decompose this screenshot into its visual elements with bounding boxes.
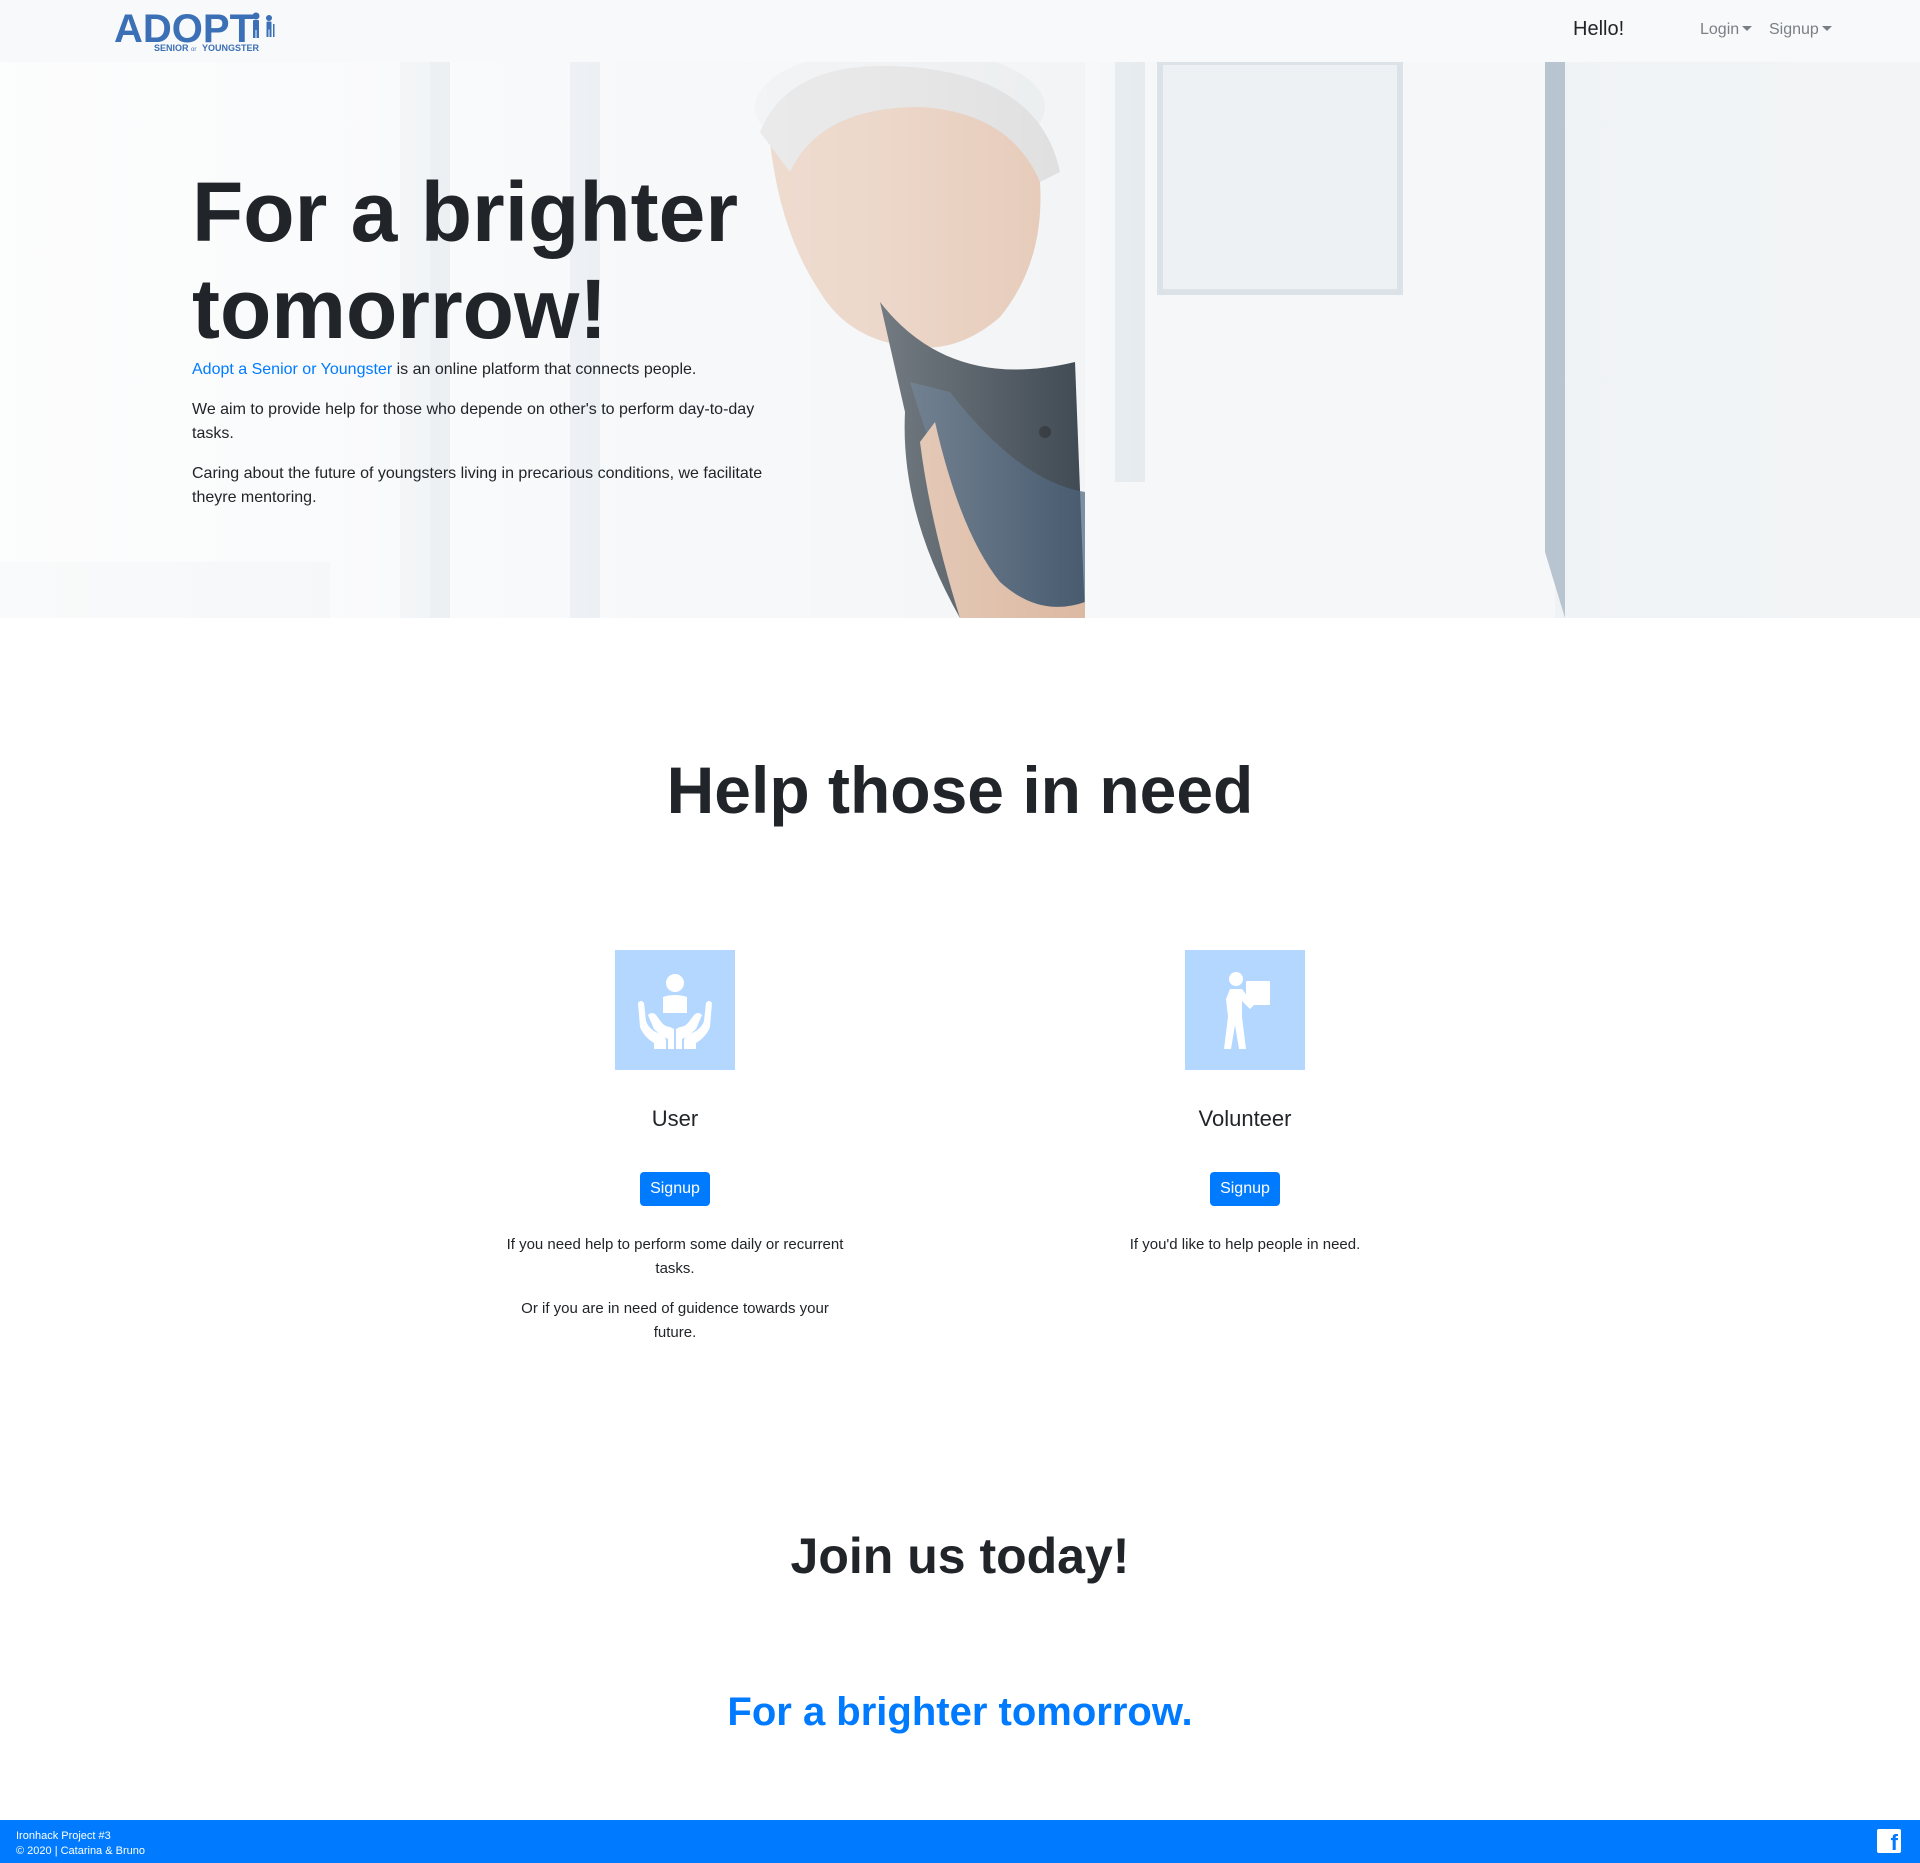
facebook-glyph: f xyxy=(1890,1830,1898,1855)
navbar: ADOPT SENIOR or YOUNGSTER Hello! Login S… xyxy=(0,0,1920,62)
volunteer-card-title: Volunteer xyxy=(1198,1106,1292,1131)
user-card: User Signup If you need help to perform … xyxy=(495,950,855,1361)
login-dropdown[interactable]: Login xyxy=(1700,21,1753,39)
platform-name-link[interactable]: Adopt a Senior or Youngster xyxy=(192,361,392,378)
caret-down-icon xyxy=(1742,26,1753,31)
volunteer-card: Volunteer Signup If you'd like to help p… xyxy=(1065,950,1425,1273)
caret-down-icon xyxy=(1821,26,1832,31)
greeting-text: Hello! xyxy=(1573,18,1625,40)
adopt-logo-icon: ADOPT SENIOR or YOUNGSTER xyxy=(114,8,275,52)
user-card-title: User xyxy=(651,1106,699,1131)
footer-project: Ironhack Project #3 xyxy=(16,1830,111,1842)
volunteer-desc-1: If you'd like to help people in need. xyxy=(1129,1236,1361,1253)
hero-paragraph-2: We aim to provide help for those who dep… xyxy=(192,401,755,442)
hero-intro: Adopt a Senior or Youngster is an online… xyxy=(192,358,782,382)
facebook-icon[interactable]: f xyxy=(1877,1829,1901,1855)
volunteer-signup-button[interactable]: Signup xyxy=(1210,1172,1280,1206)
hero-paragraph-3: Caring about the future of youngsters li… xyxy=(192,465,763,506)
footer-copyright: © 2020 | Catarina & Bruno xyxy=(16,1845,145,1857)
user-card-description: If you need help to perform some daily o… xyxy=(495,1233,855,1345)
hero-intro-rest: is an online platform that connects peop… xyxy=(392,361,697,378)
signup-label: Signup xyxy=(1769,21,1819,38)
join-section-title: Join us today! xyxy=(790,1528,1130,1584)
brand-logo[interactable]: ADOPT SENIOR or YOUNGSTER xyxy=(114,8,284,52)
login-label: Login xyxy=(1700,21,1740,38)
tagline: For a brighter tomorrow. xyxy=(727,1690,1193,1734)
footer: Ironhack Project #3 © 2020 | Catarina & … xyxy=(0,1820,1920,1863)
hero-title: For a brighter tomorrow! xyxy=(192,165,739,356)
hands-holding-person-icon xyxy=(615,950,735,1070)
user-desc-1: If you need help to perform some daily o… xyxy=(506,1236,844,1277)
user-desc-2: Or if you are in need of guidence toward… xyxy=(521,1300,829,1341)
hero-banner: For a brighter tomorrow! Adopt a Senior … xyxy=(0,62,1920,618)
logo-sub-left: SENIOR xyxy=(154,43,189,52)
logo-sub-right: YOUNGSTER xyxy=(202,43,260,52)
signup-dropdown[interactable]: Signup xyxy=(1769,21,1832,39)
help-section-title: Help those in need xyxy=(666,753,1254,827)
logo-sub-mid: or xyxy=(191,47,196,52)
person-carrying-box-icon xyxy=(1185,950,1305,1070)
hero-description: Adopt a Senior or Youngster is an online… xyxy=(192,358,782,526)
user-signup-button[interactable]: Signup xyxy=(640,1172,710,1206)
volunteer-card-description: If you'd like to help people in need. xyxy=(1065,1233,1425,1257)
